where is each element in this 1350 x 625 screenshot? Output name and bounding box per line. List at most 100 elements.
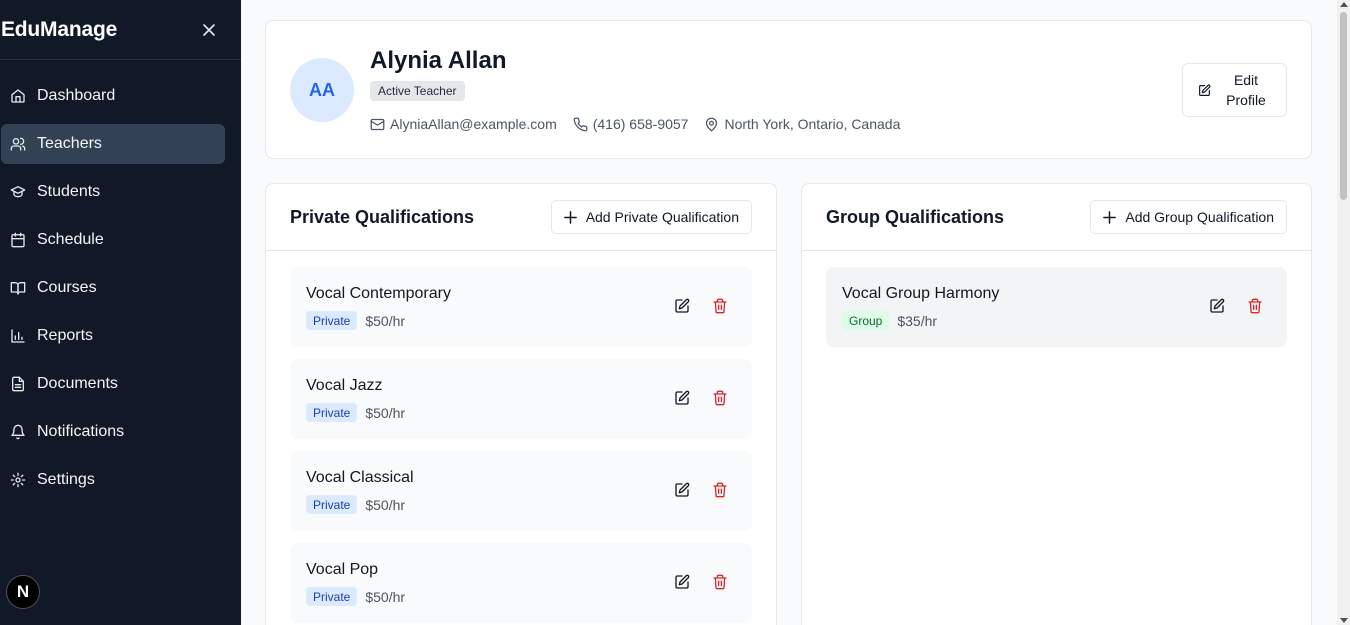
email-text: AlyniaAllan@example.com xyxy=(390,116,557,132)
home-icon xyxy=(10,88,26,104)
delete-qualification-button[interactable] xyxy=(1246,297,1264,315)
sidebar-item-documents[interactable]: Documents xyxy=(1,364,225,404)
delete-qualification-button[interactable] xyxy=(711,573,729,591)
scroll-down-arrow-icon[interactable] xyxy=(1340,618,1348,623)
edit-qualification-button[interactable] xyxy=(673,481,691,499)
qualification-meta: Private $50/hr xyxy=(306,403,405,422)
sidebar-item-reports[interactable]: Reports xyxy=(1,316,225,356)
sidebar-item-settings[interactable]: Settings xyxy=(1,460,225,500)
sidebar-item-label: Settings xyxy=(37,471,95,488)
qualification-meta: Private $50/hr xyxy=(306,311,405,330)
scrollbar-thumb[interactable] xyxy=(1340,12,1347,200)
bar-chart-icon xyxy=(10,328,26,344)
group-qualifications-title: Group Qualifications xyxy=(826,206,1005,227)
private-qualifications-card: Private Qualifications Add Private Quali… xyxy=(265,183,777,625)
scroll-up-arrow-icon[interactable] xyxy=(1340,2,1348,7)
trash-icon xyxy=(713,390,727,406)
rate-text: $35/hr xyxy=(897,312,938,329)
app-title: EduManage xyxy=(1,17,118,41)
qualification-name: Vocal Jazz xyxy=(306,377,383,394)
edit-qualification-button[interactable] xyxy=(1208,297,1226,315)
edit-icon xyxy=(1210,298,1225,313)
file-text-icon xyxy=(10,376,26,392)
sidebar-item-teachers[interactable]: Teachers xyxy=(1,124,225,164)
edit-profile-label: Edit Profile xyxy=(1226,72,1266,108)
delete-qualification-button[interactable] xyxy=(711,481,729,499)
trash-icon xyxy=(713,298,727,314)
type-badge: Private xyxy=(306,495,358,514)
close-icon xyxy=(203,23,215,36)
vertical-scrollbar[interactable] xyxy=(1337,0,1350,625)
gear-icon xyxy=(10,472,26,488)
map-pin-icon xyxy=(706,117,718,131)
edit-icon xyxy=(675,390,690,405)
add-private-qualification-label: Add Private Qualification xyxy=(585,209,739,225)
type-badge: Private xyxy=(306,311,358,330)
next-logo-badge[interactable]: N xyxy=(6,575,40,609)
edit-profile-button[interactable]: Edit Profile xyxy=(1182,63,1287,117)
sidebar-item-label: Teachers xyxy=(37,135,102,152)
type-badge: Private xyxy=(306,587,358,606)
phone-info: (416) 658-9057 xyxy=(573,116,689,132)
bell-icon xyxy=(10,424,26,440)
qualification-meta: Private $50/hr xyxy=(306,495,405,514)
add-group-qualification-button[interactable]: Add Group Qualification xyxy=(1090,200,1287,234)
edit-icon xyxy=(1199,83,1211,96)
phone-text: (416) 658-9057 xyxy=(592,116,689,132)
sidebar-item-label: Reports xyxy=(37,327,94,344)
sidebar-item-label: Documents xyxy=(37,375,118,392)
contact-info: AlyniaAllan@example.com (416) 658-9057 N… xyxy=(370,116,916,132)
list-item: Vocal Group Harmony Group $35/hr xyxy=(826,267,1287,347)
list-item: Vocal Contemporary Private $50/hr xyxy=(290,267,752,347)
group-qualifications-card: Group Qualifications Add Group Qualifica… xyxy=(801,183,1312,625)
qualification-name: Vocal Classical xyxy=(306,469,414,486)
sidebar-item-label: Dashboard xyxy=(37,87,116,104)
qualification-name: Vocal Pop xyxy=(306,561,379,578)
calendar-icon xyxy=(10,232,26,248)
graduation-cap-icon xyxy=(10,184,26,200)
edit-icon xyxy=(675,574,690,589)
sidebar-nav: Dashboard Teachers Students Schedule Cou… xyxy=(0,60,241,500)
book-open-icon xyxy=(10,280,26,296)
close-sidebar-button[interactable] xyxy=(199,20,219,40)
list-item: Vocal Jazz Private $50/hr xyxy=(290,359,752,439)
private-qualifications-list: Vocal Contemporary Private $50/hr Vocal … xyxy=(266,251,776,623)
rate-text: $50/hr xyxy=(365,404,406,421)
group-qualifications-list: Vocal Group Harmony Group $35/hr xyxy=(802,251,1311,347)
sidebar-item-label: Courses xyxy=(37,279,97,296)
qualification-meta: Private $50/hr xyxy=(306,587,405,606)
trash-icon xyxy=(713,482,727,498)
rate-text: $50/hr xyxy=(365,496,406,513)
qualification-name: Vocal Group Harmony xyxy=(842,285,1000,302)
list-item: Vocal Pop Private $50/hr xyxy=(290,543,752,623)
teacher-name: Alynia Allan xyxy=(370,47,507,74)
private-qualifications-header: Private Qualifications Add Private Quali… xyxy=(266,184,776,251)
edit-qualification-button[interactable] xyxy=(673,297,691,315)
qualification-name: Vocal Contemporary xyxy=(306,285,451,302)
users-icon xyxy=(10,136,26,152)
sidebar-item-notifications[interactable]: Notifications xyxy=(1,412,225,452)
list-item: Vocal Classical Private $50/hr xyxy=(290,451,752,531)
location-info: North York, Ontario, Canada xyxy=(704,116,900,132)
sidebar-item-label: Notifications xyxy=(37,423,125,440)
sidebar-item-students[interactable]: Students xyxy=(1,172,225,212)
sidebar-item-schedule[interactable]: Schedule xyxy=(1,220,225,260)
delete-qualification-button[interactable] xyxy=(711,389,729,407)
add-private-qualification-button[interactable]: Add Private Qualification xyxy=(550,200,752,234)
trash-icon xyxy=(713,574,727,590)
sidebar-item-dashboard[interactable]: Dashboard xyxy=(1,76,225,116)
edit-icon xyxy=(675,298,690,313)
edit-qualification-button[interactable] xyxy=(673,573,691,591)
delete-qualification-button[interactable] xyxy=(711,297,729,315)
rate-text: $50/hr xyxy=(365,312,406,329)
edit-qualification-button[interactable] xyxy=(673,389,691,407)
qualification-meta: Group $35/hr xyxy=(842,311,937,330)
sidebar: EduManage Dashboard Teachers Students Sc… xyxy=(0,0,241,625)
sidebar-item-label: Students xyxy=(37,183,101,200)
edit-icon xyxy=(675,482,690,497)
sidebar-item-label: Schedule xyxy=(37,231,104,248)
group-qualifications-header: Group Qualifications Add Group Qualifica… xyxy=(802,184,1311,251)
sidebar-item-courses[interactable]: Courses xyxy=(1,268,225,308)
rate-text: $50/hr xyxy=(365,588,406,605)
type-badge: Group xyxy=(842,311,890,330)
